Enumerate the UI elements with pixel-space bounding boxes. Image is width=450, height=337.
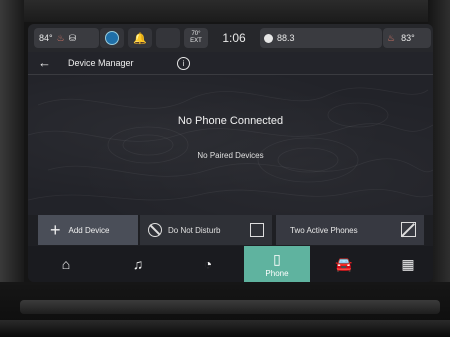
notifications-button[interactable]: 🔔 xyxy=(128,28,152,48)
bottom-nav: ⌂ ♫ ◔ ▯ Phone 🚘 ▦ xyxy=(28,246,433,282)
now-playing-radio[interactable]: 88.3 xyxy=(260,28,382,48)
add-device-label: Add Device xyxy=(68,225,110,235)
add-device-button[interactable]: + Add Device xyxy=(38,215,138,245)
seat-icon-left: ⛁ xyxy=(68,32,77,43)
do-not-disturb-label: Do Not Disturb xyxy=(168,225,221,235)
two-active-phones-toggle[interactable]: Two Active Phones xyxy=(276,215,424,245)
bell-icon: 🔔 xyxy=(133,32,147,45)
two-active-phones-checkbox[interactable] xyxy=(401,222,416,237)
no-phone-heading: No Phone Connected xyxy=(177,115,284,127)
alexa-button[interactable] xyxy=(100,28,124,48)
dashboard-trim-lower xyxy=(0,320,450,337)
home-icon: ⌂ xyxy=(61,256,71,272)
do-not-disturb-icon xyxy=(148,223,162,237)
nav-apps[interactable]: ◔ xyxy=(178,246,238,282)
title-bar: ← Device Manager i xyxy=(28,52,433,75)
left-temperature: 84° xyxy=(39,33,53,43)
car-icon: 🚘 xyxy=(335,255,353,272)
right-temperature: 83° xyxy=(401,33,415,43)
do-not-disturb-toggle[interactable]: Do Not Disturb xyxy=(140,215,272,245)
nav-media[interactable]: ♫ xyxy=(108,246,168,282)
clock: 1:06 xyxy=(214,28,254,48)
topographic-background xyxy=(28,87,433,201)
nav-home[interactable]: ⌂ xyxy=(36,246,96,282)
nav-apps-grid[interactable]: ▦ xyxy=(378,246,433,282)
two-active-phones-label: Two Active Phones xyxy=(290,225,358,235)
seat-icon: ♨ xyxy=(387,32,396,43)
exterior-temperature: 70° EXT xyxy=(184,28,208,48)
dashboard-trim xyxy=(20,300,440,314)
radio-station: 88.3 xyxy=(277,33,295,43)
phone-icon: ▯ xyxy=(273,250,281,267)
right-climate-control[interactable]: ♨ 83° xyxy=(383,28,431,48)
grid-icon: ▦ xyxy=(401,255,415,272)
status-bar: 84° ♨ ⛁ 🔔 70° EXT 1:06 88.3 ♨ 83° xyxy=(28,24,433,52)
nav-phone-label: Phone xyxy=(265,268,289,278)
action-bar: + Add Device Do Not Disturb Two Active P… xyxy=(28,215,433,245)
bezel-top xyxy=(0,0,450,22)
page-title: Device Manager xyxy=(68,58,134,68)
nav-vehicle[interactable]: 🚘 xyxy=(314,246,374,282)
clock-time: 1:06 xyxy=(222,31,246,45)
apps-dial-icon: ◔ xyxy=(203,256,213,272)
exterior-temp-label: EXT xyxy=(190,38,202,44)
infotainment-screen: 84° ♨ ⛁ 🔔 70° EXT 1:06 88.3 ♨ 83° ← Devi… xyxy=(28,24,433,282)
seat-heat-icon: ♨ xyxy=(56,32,65,43)
music-icon: ♫ xyxy=(132,256,144,272)
plus-icon: + xyxy=(50,220,61,240)
device-list-area: No Phone Connected No Paired Devices xyxy=(28,75,433,215)
do-not-disturb-checkbox[interactable] xyxy=(250,223,264,237)
radio-source-icon xyxy=(264,33,273,43)
nav-phone[interactable]: ▯ Phone xyxy=(244,246,310,282)
no-paired-devices-text: No Paired Devices xyxy=(197,151,264,160)
info-icon[interactable]: i xyxy=(177,57,190,70)
status-slot xyxy=(156,28,180,48)
alexa-icon xyxy=(105,31,119,45)
back-arrow-icon[interactable]: ← xyxy=(38,55,51,70)
left-climate-control[interactable]: 84° ♨ ⛁ xyxy=(34,28,99,48)
exterior-temp-value: 70° xyxy=(191,31,201,37)
